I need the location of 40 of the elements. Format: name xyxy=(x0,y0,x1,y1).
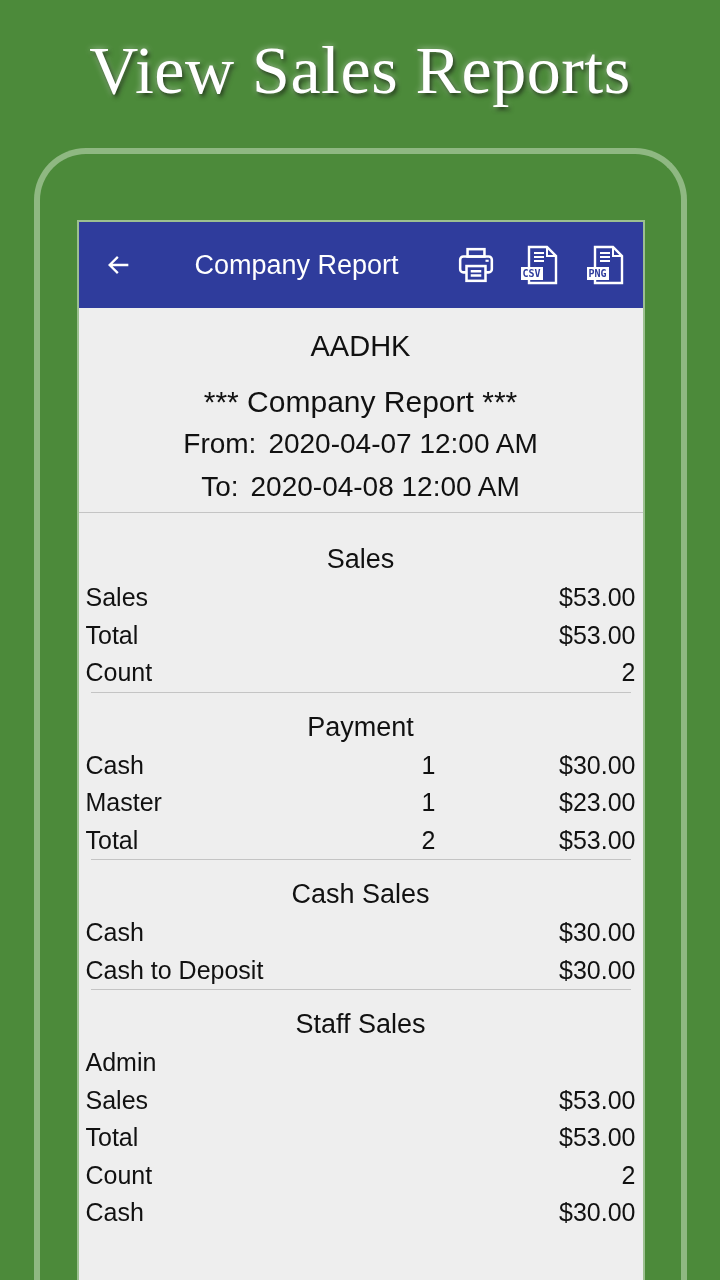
row-label: Count xyxy=(85,1159,154,1191)
row-amount: 2 xyxy=(621,1160,636,1189)
row-label: Cash xyxy=(85,917,145,948)
row-label: Master xyxy=(85,787,163,818)
row-label: Cash to Deposit xyxy=(85,954,265,986)
row-amount: $53.00 xyxy=(559,620,636,649)
headline: View Sales Reports xyxy=(89,31,631,110)
row-label: Cash xyxy=(85,749,145,781)
section-title: Staff Sales xyxy=(294,1008,427,1041)
row-label: Total xyxy=(85,824,140,856)
row-label: Total xyxy=(85,619,140,651)
section-title: Payment xyxy=(306,710,415,744)
to-label: To: xyxy=(201,470,239,504)
row-amount: $30.00 xyxy=(559,750,636,779)
from-date: 2020-04-07 12:00 AM xyxy=(268,427,538,461)
row-amount: $23.00 xyxy=(559,788,636,816)
screen-title: Company Report xyxy=(194,249,399,281)
row-amount: $53.00 xyxy=(559,583,636,611)
row-label: Total xyxy=(85,1122,140,1153)
row-count: 1 xyxy=(421,750,436,779)
section-title: Cash Sales xyxy=(290,878,431,911)
row-amount: $53.00 xyxy=(559,1085,636,1114)
row-label: Admin xyxy=(85,1047,158,1078)
report-title: *** Company Report *** xyxy=(202,384,519,420)
from-label: From: xyxy=(183,427,257,461)
row-label: Count xyxy=(85,657,154,688)
row-amount: $30.00 xyxy=(559,955,636,984)
row-amount: $53.00 xyxy=(559,1123,636,1151)
company-name: AADHK xyxy=(309,329,412,364)
row-label: Cash xyxy=(85,1197,145,1228)
section-title: Sales xyxy=(325,543,396,576)
row-count: 1 xyxy=(421,788,436,816)
row-label: Sales xyxy=(85,1084,150,1116)
row-amount: $53.00 xyxy=(559,825,636,854)
row-amount: $30.00 xyxy=(559,1198,636,1226)
row-label: Sales xyxy=(85,582,150,613)
row-amount: 2 xyxy=(621,658,636,686)
row-count: 2 xyxy=(421,825,436,854)
to-date: 2020-04-08 12:00 AM xyxy=(250,470,520,504)
row-amount: $30.00 xyxy=(559,918,636,946)
